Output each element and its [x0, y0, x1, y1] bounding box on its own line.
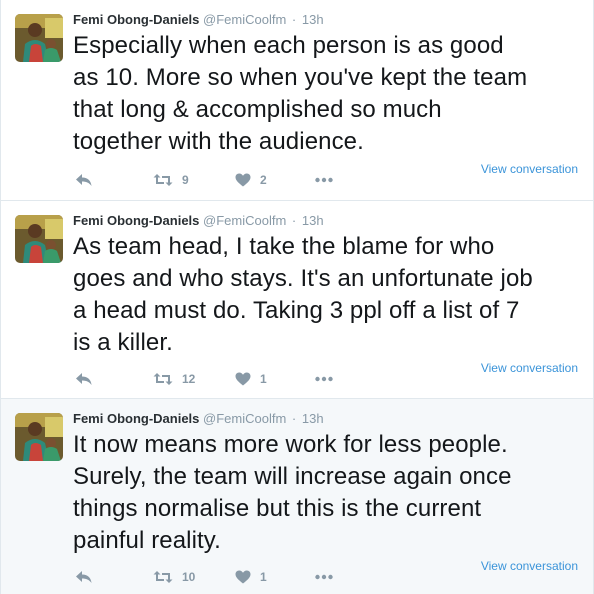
- retweet-count: 10: [182, 570, 196, 584]
- more-button[interactable]: [315, 367, 333, 391]
- like-count: 2: [260, 173, 267, 187]
- tweet-actions: 12 1 View conversation: [73, 361, 578, 391]
- heart-icon: [235, 173, 251, 187]
- reply-button[interactable]: [75, 367, 93, 391]
- more-button[interactable]: [315, 565, 333, 589]
- more-dots-icon: [315, 177, 333, 183]
- tweet-actions: 10 1 View conversation: [73, 559, 578, 589]
- like-button[interactable]: 1: [235, 367, 267, 391]
- retweet-count: 9: [182, 173, 189, 187]
- view-conversation-link[interactable]: View conversation: [481, 559, 578, 573]
- tweet-actions: 9 2 View conversation: [73, 162, 578, 192]
- tweet-header: Femi Obong-Daniels @FemiCoolfm · 13h: [73, 11, 324, 29]
- retweet-icon: [153, 372, 173, 386]
- tweet[interactable]: Femi Obong-Daniels @FemiCoolfm · 13h Esp…: [1, 0, 593, 201]
- separator: ·: [291, 213, 297, 228]
- retweet-button[interactable]: 10: [153, 565, 195, 589]
- timestamp[interactable]: 13h: [302, 411, 324, 426]
- tweet-timeline: Femi Obong-Daniels @FemiCoolfm · 13h Esp…: [0, 0, 594, 594]
- avatar[interactable]: [15, 413, 63, 461]
- tweet-text: It now means more work for less people. …: [73, 431, 512, 554]
- reply-icon: [75, 570, 93, 584]
- retweet-button[interactable]: 9: [153, 168, 189, 192]
- heart-icon: [235, 372, 251, 386]
- retweet-icon: [153, 173, 173, 187]
- timestamp[interactable]: 13h: [302, 12, 324, 27]
- tweet[interactable]: Femi Obong-Daniels @FemiCoolfm · 13h As …: [1, 201, 593, 399]
- more-dots-icon: [315, 376, 333, 382]
- view-conversation-link[interactable]: View conversation: [481, 162, 578, 176]
- username[interactable]: @FemiCoolfm: [203, 12, 286, 27]
- like-button[interactable]: 1: [235, 565, 267, 589]
- more-dots-icon: [315, 574, 333, 580]
- tweet-text: As team head, I take the blame for who g…: [73, 233, 533, 356]
- like-count: 1: [260, 570, 267, 584]
- more-button[interactable]: [315, 168, 333, 192]
- fullname[interactable]: Femi Obong-Daniels: [73, 213, 199, 228]
- timestamp[interactable]: 13h: [302, 213, 324, 228]
- avatar[interactable]: [15, 215, 63, 263]
- reply-button[interactable]: [75, 565, 93, 589]
- username[interactable]: @FemiCoolfm: [203, 411, 286, 426]
- retweet-count: 12: [182, 372, 196, 386]
- reply-icon: [75, 173, 93, 187]
- view-conversation-link[interactable]: View conversation: [481, 361, 578, 375]
- avatar[interactable]: [15, 14, 63, 62]
- separator: ·: [291, 12, 297, 27]
- reply-button[interactable]: [75, 168, 93, 192]
- tweet-header: Femi Obong-Daniels @FemiCoolfm · 13h: [73, 410, 324, 428]
- reply-icon: [75, 372, 93, 386]
- username[interactable]: @FemiCoolfm: [203, 213, 286, 228]
- tweet-text: Especially when each person is as good a…: [73, 32, 528, 155]
- fullname[interactable]: Femi Obong-Daniels: [73, 411, 199, 426]
- like-count: 1: [260, 372, 267, 386]
- like-button[interactable]: 2: [235, 168, 267, 192]
- heart-icon: [235, 570, 251, 584]
- tweet-header: Femi Obong-Daniels @FemiCoolfm · 13h: [73, 212, 324, 230]
- fullname[interactable]: Femi Obong-Daniels: [73, 12, 199, 27]
- retweet-button[interactable]: 12: [153, 367, 195, 391]
- retweet-icon: [153, 570, 173, 584]
- tweet[interactable]: Femi Obong-Daniels @FemiCoolfm · 13h It …: [1, 399, 593, 594]
- separator: ·: [291, 411, 297, 426]
